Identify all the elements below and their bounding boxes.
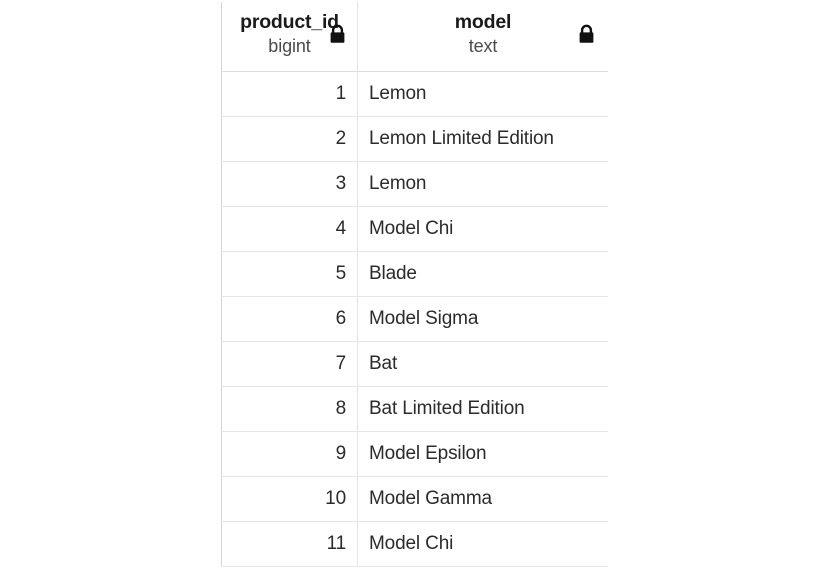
cell-product-id[interactable]: 6 (221, 296, 358, 342)
lock-icon (577, 24, 596, 45)
cell-product-id[interactable]: 1 (221, 71, 358, 117)
table-row[interactable]: 7 Bat (221, 341, 608, 387)
cell-product-id[interactable]: 2 (221, 116, 358, 162)
cell-model[interactable]: Model Epsilon (357, 431, 608, 477)
table-row[interactable]: 3 Lemon (221, 161, 608, 207)
cell-model[interactable]: Model Gamma (357, 476, 608, 522)
table-row[interactable]: 8 Bat Limited Edition (221, 386, 608, 432)
cell-product-id[interactable]: 8 (221, 386, 358, 432)
table-row[interactable]: 4 Model Chi (221, 206, 608, 252)
data-grid-container: product_id bigint model text 1 Lemon 2 L… (221, 2, 608, 567)
table-row[interactable]: 11 Model Chi (221, 521, 608, 567)
column-header-product-id[interactable]: product_id bigint (221, 2, 358, 72)
cell-product-id[interactable]: 4 (221, 206, 358, 252)
cell-product-id[interactable]: 11 (221, 521, 358, 567)
column-header-inner: model text (358, 2, 608, 62)
grid-body: 1 Lemon 2 Lemon Limited Edition 3 Lemon 4 Model… (221, 71, 608, 567)
column-header-inner: product_id bigint (222, 2, 357, 62)
data-grid: product_id bigint model text 1 Lemon 2 L… (221, 2, 608, 567)
cell-model[interactable]: Lemon (357, 161, 608, 207)
cell-model[interactable]: Model Chi (357, 206, 608, 252)
cell-model[interactable]: Bat (357, 341, 608, 387)
cell-product-id[interactable]: 5 (221, 251, 358, 297)
table-row[interactable]: 5 Blade (221, 251, 608, 297)
cell-model[interactable]: Lemon Limited Edition (357, 116, 608, 162)
cell-model[interactable]: Model Chi (357, 521, 608, 567)
table-row[interactable]: 1 Lemon (221, 71, 608, 117)
grid-head: product_id bigint model text (221, 2, 608, 72)
cell-model[interactable]: Lemon (357, 71, 608, 117)
table-row[interactable]: 6 Model Sigma (221, 296, 608, 342)
cell-model[interactable]: Bat Limited Edition (357, 386, 608, 432)
cell-model[interactable]: Model Sigma (357, 296, 608, 342)
column-header-model[interactable]: model text (357, 2, 608, 72)
cell-product-id[interactable]: 10 (221, 476, 358, 522)
table-row[interactable]: 2 Lemon Limited Edition (221, 116, 608, 162)
column-type-label: text (468, 36, 498, 56)
table-row[interactable]: 10 Model Gamma (221, 476, 608, 522)
lock-icon (328, 24, 347, 45)
cell-product-id[interactable]: 3 (221, 161, 358, 207)
column-name-label: model (454, 11, 512, 33)
table-row[interactable]: 9 Model Epsilon (221, 431, 608, 477)
cell-product-id[interactable]: 7 (221, 341, 358, 387)
cell-product-id[interactable]: 9 (221, 431, 358, 477)
cell-model[interactable]: Blade (357, 251, 608, 297)
grid-header-row: product_id bigint model text (221, 2, 608, 72)
